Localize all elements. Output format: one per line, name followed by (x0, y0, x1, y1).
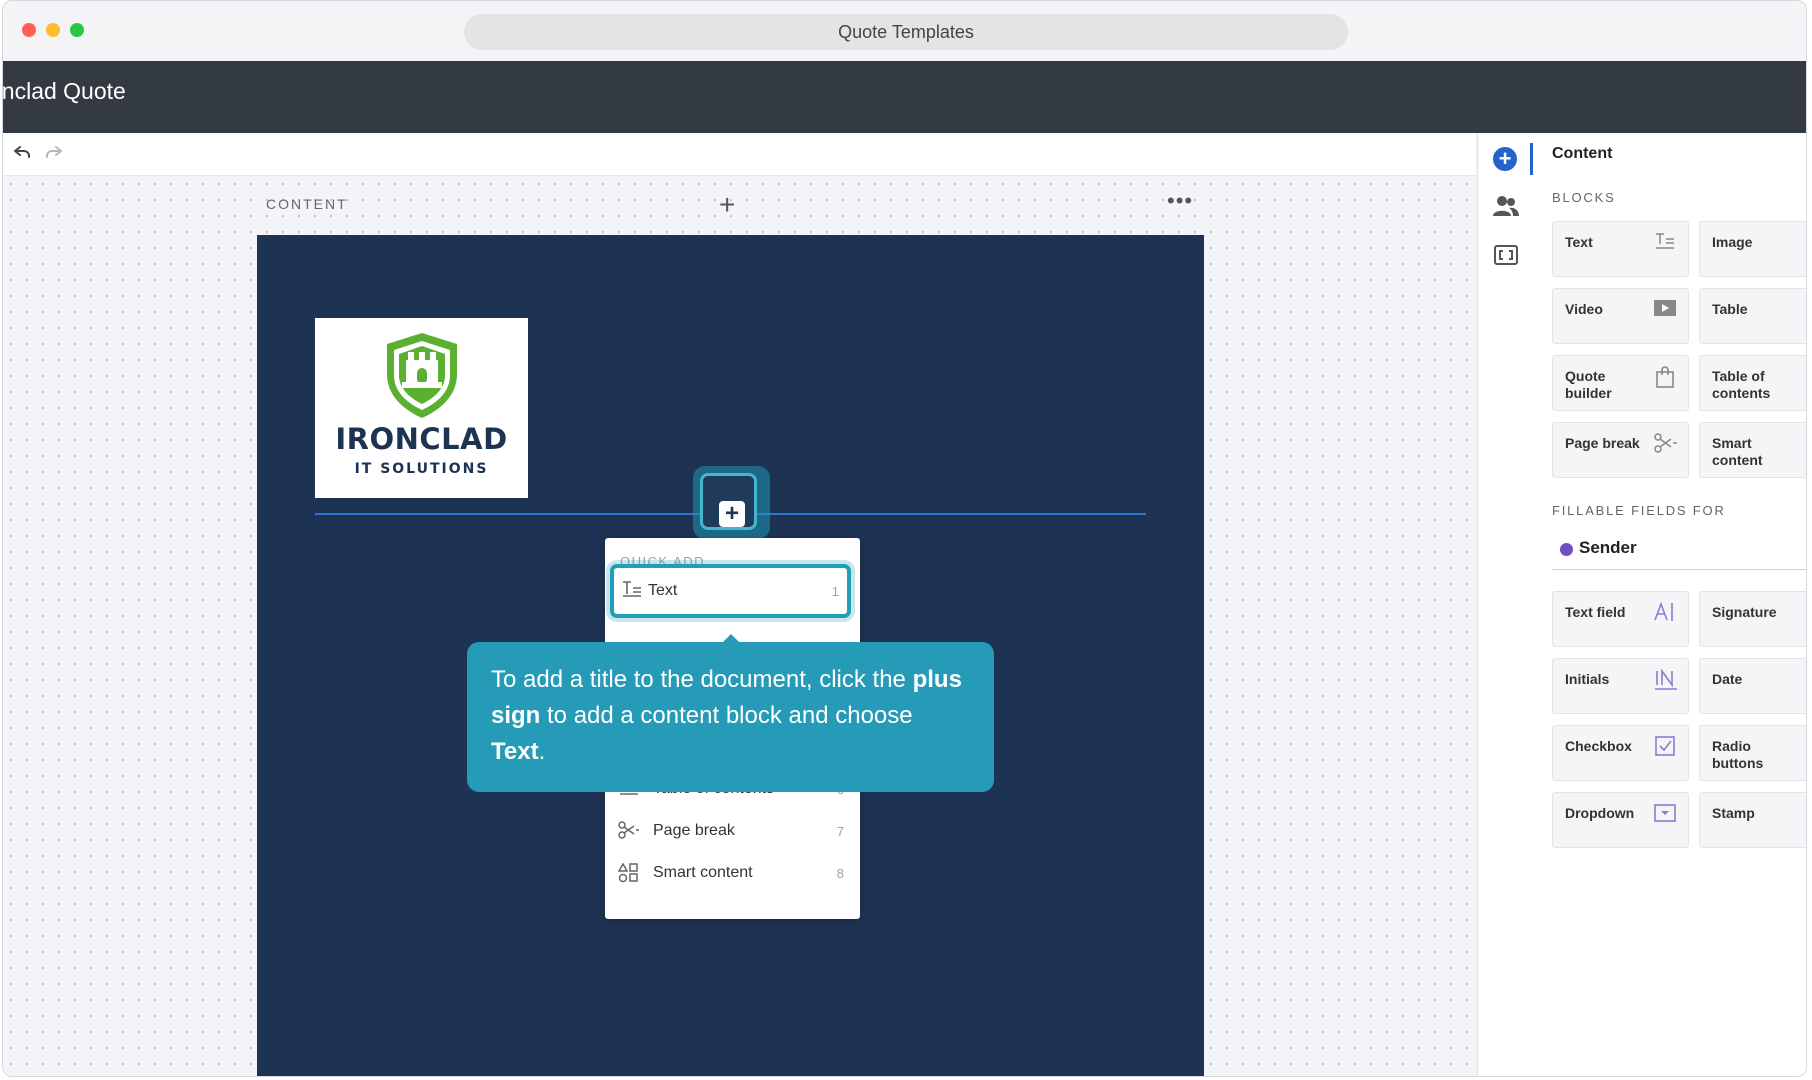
block-label: Text (1565, 234, 1593, 250)
quick-add-item-label: Text (648, 582, 678, 599)
quick-add-item-smart-content[interactable]: Smart content 8 (605, 853, 860, 893)
castle-shield-icon (387, 333, 457, 418)
tooltip-text: . (538, 738, 546, 765)
sender-selector[interactable]: Sender (1552, 533, 1806, 570)
add-content-icon[interactable]: + (1493, 147, 1517, 171)
minimize-window-button[interactable] (46, 23, 60, 37)
redo-icon[interactable] (43, 143, 67, 165)
text-icon (1654, 232, 1676, 254)
fillable-fields-header: FILLABLE FIELDS FOR (1552, 503, 1726, 518)
blocks-header: BLOCKS (1552, 190, 1616, 205)
section-label: CONTENT (266, 196, 348, 212)
sender-color-dot (1560, 543, 1573, 556)
sender-label: Sender (1579, 538, 1637, 557)
block-label: Smart content (1712, 435, 1763, 468)
field-dropdown[interactable]: Dropdown (1552, 792, 1689, 848)
block-page-break[interactable]: Page break (1552, 422, 1689, 478)
block-label: Quote builder (1565, 368, 1612, 401)
block-label: Video (1565, 301, 1603, 317)
close-window-button[interactable] (22, 23, 36, 37)
company-logo[interactable]: IRONCLAD IT SOLUTIONS (315, 318, 528, 498)
block-video[interactable]: Video (1552, 288, 1689, 344)
block-label: Table of contents (1712, 368, 1771, 401)
field-label: Dropdown (1565, 805, 1635, 821)
field-label: Initials (1565, 671, 1610, 687)
dropdown-icon (1654, 803, 1676, 825)
field-label: Checkbox (1565, 738, 1632, 754)
block-text[interactable]: Text (1552, 221, 1689, 277)
field-checkbox[interactable]: Checkbox (1552, 725, 1689, 781)
field-label: Signature (1712, 604, 1777, 620)
content-panel: Content BLOCKS Text Image Video Table Qu… (1533, 133, 1806, 1076)
initials-icon (1654, 668, 1677, 691)
app-title: onclad Quote (2, 78, 126, 104)
zoom-window-button[interactable] (70, 23, 84, 37)
quick-add-item-label: Page break (653, 822, 735, 839)
guide-tooltip: To add a title to the document, click th… (467, 642, 994, 792)
field-text-field[interactable]: Text field (1552, 591, 1689, 647)
shapes-icon (617, 862, 641, 883)
field-radio-buttons[interactable]: Radio buttons (1699, 725, 1806, 781)
field-label: Stamp (1712, 805, 1755, 821)
undo-icon[interactable] (11, 143, 35, 165)
block-table-of-contents[interactable]: Table of contents (1699, 355, 1806, 411)
tooltip-bold: Text (491, 738, 539, 765)
block-table[interactable]: Table (1699, 288, 1806, 344)
app-header: onclad Quote (3, 61, 1806, 133)
block-label: Page break (1565, 435, 1640, 451)
more-icon[interactable]: ••• (1167, 190, 1193, 212)
video-icon (1654, 299, 1676, 321)
block-quote-builder[interactable]: Quote builder (1552, 355, 1689, 411)
checkbox-icon (1654, 736, 1676, 758)
text-field-icon (1654, 601, 1676, 624)
quick-add-item-label: Smart content (653, 864, 753, 881)
logo-name: IRONCLAD (335, 422, 508, 456)
tooltip-text: To add a title to the document, click th… (491, 666, 913, 693)
scissors-icon (1654, 433, 1677, 455)
logo-subtitle: IT SOLUTIONS (354, 461, 489, 477)
field-signature[interactable]: Signature (1699, 591, 1806, 647)
block-label: Image (1712, 234, 1753, 250)
people-icon[interactable] (1492, 195, 1520, 222)
quick-add-item-page-break[interactable]: Page break 7 (605, 811, 860, 851)
quick-add-item-text[interactable]: Text 1 (610, 564, 851, 618)
tooltip-text: to add a content block and choose (540, 702, 913, 729)
app-window: Quote Templates onclad Quote CONTENT + •… (2, 0, 1807, 1077)
plus-icon[interactable]: + (719, 191, 735, 219)
field-label: Date (1712, 671, 1743, 687)
field-date[interactable]: Date (1699, 658, 1806, 714)
field-stamp[interactable]: Stamp (1699, 792, 1806, 848)
editor-toolbar (3, 133, 1476, 176)
quick-add-item-shortcut: 7 (836, 824, 844, 839)
add-block-button[interactable]: + (719, 501, 745, 527)
quick-add-item-shortcut: 1 (831, 584, 839, 599)
bag-icon (1654, 366, 1676, 388)
field-initials[interactable]: Initials (1552, 658, 1689, 714)
variables-icon[interactable] (1493, 244, 1519, 271)
text-icon (620, 580, 644, 600)
block-label: Table (1712, 301, 1748, 317)
window-title-bar[interactable]: Quote Templates (464, 14, 1348, 50)
title-bar: Quote Templates (3, 1, 1806, 61)
panel-title: Content (1552, 145, 1613, 162)
scissors-icon (617, 821, 641, 841)
icon-rail: + (1477, 133, 1534, 1076)
block-smart-content[interactable]: Smart content (1699, 422, 1806, 478)
field-label: Text field (1565, 604, 1626, 620)
block-image[interactable]: Image (1699, 221, 1806, 277)
quick-add-item-shortcut: 8 (836, 866, 844, 881)
field-label: Radio buttons (1712, 738, 1764, 771)
